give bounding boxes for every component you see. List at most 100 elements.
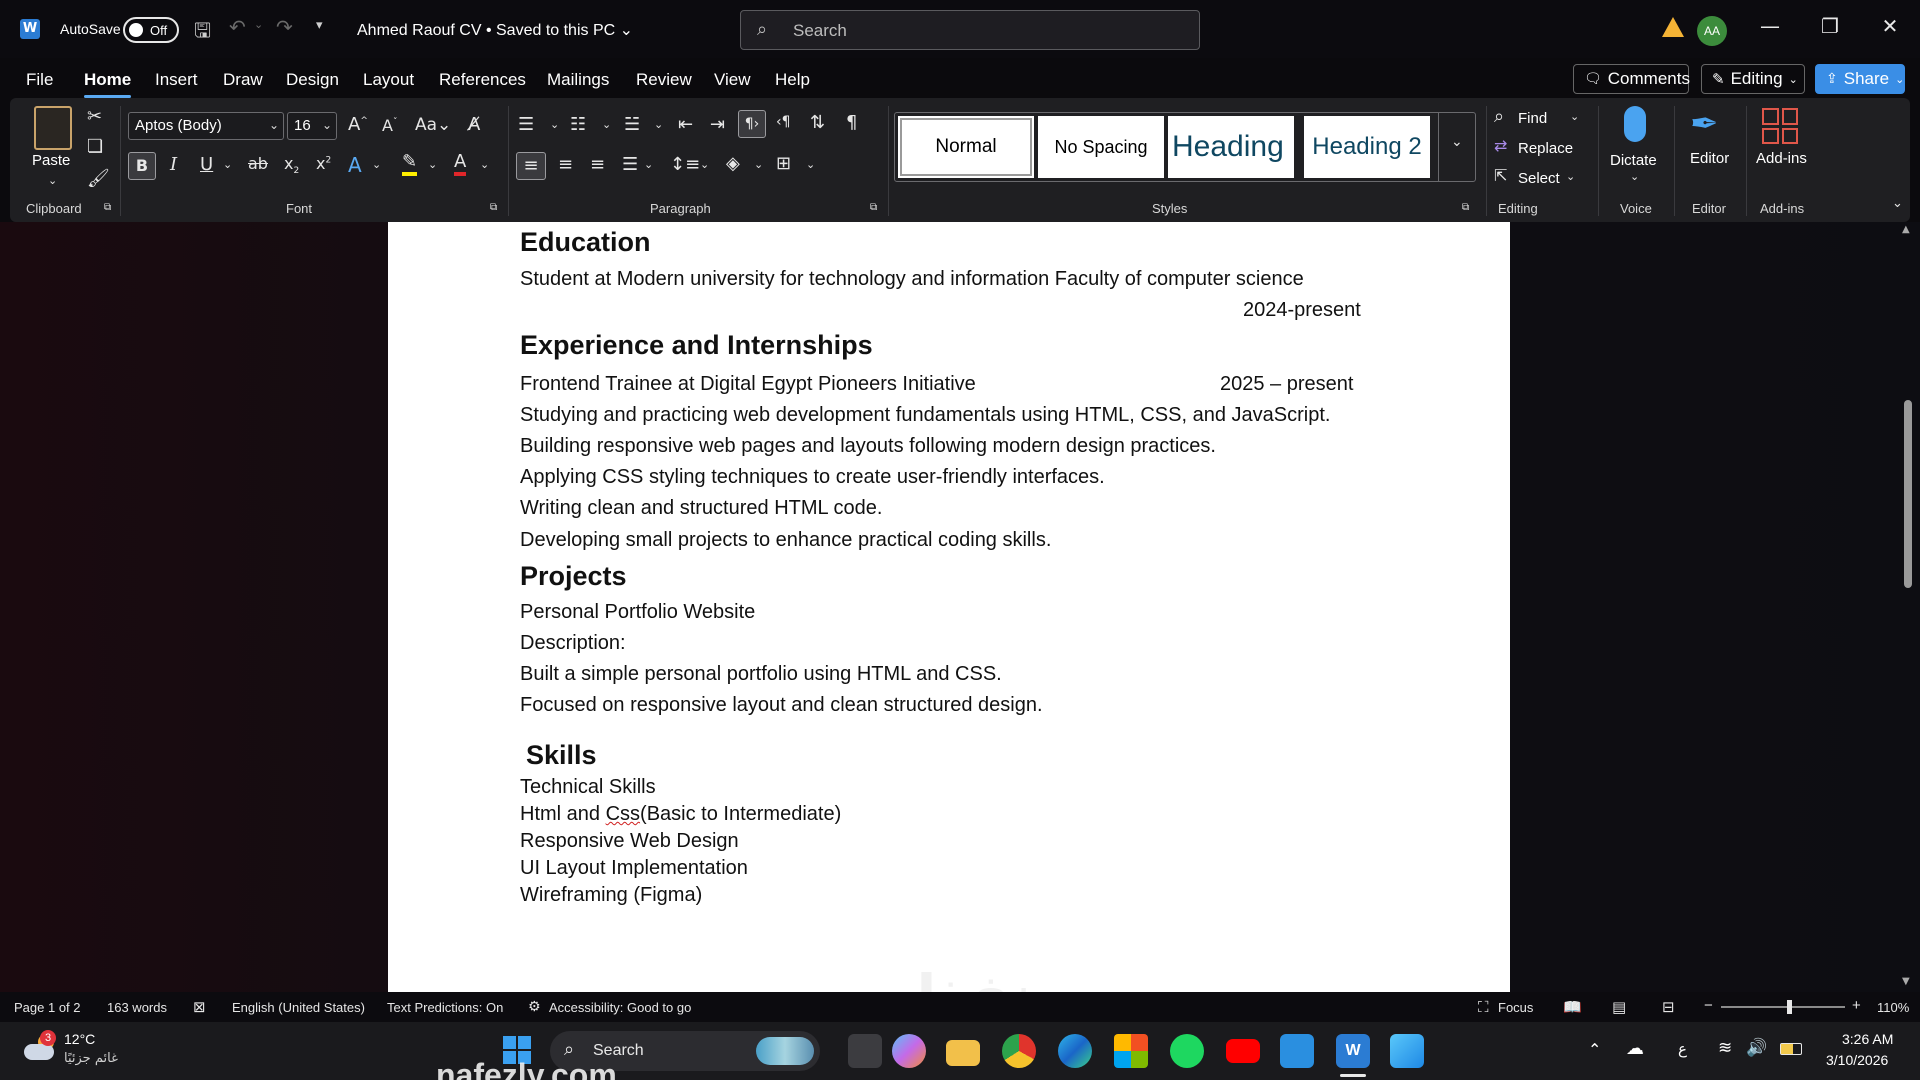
onedrive-icon[interactable]: ☁ bbox=[1626, 1038, 1644, 1059]
tab-insert[interactable]: Insert bbox=[155, 70, 198, 90]
chevron-down-icon[interactable]: ⌄ bbox=[654, 118, 663, 131]
skill-item[interactable]: UI Layout Implementation bbox=[520, 857, 748, 880]
chevron-down-icon[interactable]: ⌄ bbox=[480, 158, 489, 171]
bullets-icon[interactable]: ☰ bbox=[518, 114, 534, 135]
font-name-dropdown[interactable]: Aptos (Body) ⌄ bbox=[128, 112, 284, 140]
undo-dropdown-icon[interactable]: ⌄ bbox=[254, 18, 263, 31]
increase-font-size-icon[interactable]: A^ bbox=[348, 114, 368, 135]
chevron-down-icon[interactable]: ⌄ bbox=[700, 158, 709, 171]
youtube-icon[interactable] bbox=[1226, 1039, 1260, 1063]
tab-file[interactable]: File bbox=[26, 70, 53, 90]
ltr-direction-icon[interactable]: ¶› bbox=[738, 110, 766, 138]
education-period[interactable]: 2024-present bbox=[1243, 299, 1361, 322]
chevron-down-icon[interactable]: ⌄ bbox=[48, 174, 57, 187]
scrollbar-thumb[interactable] bbox=[1904, 400, 1912, 588]
font-size-dropdown[interactable]: 16 ⌄ bbox=[287, 112, 337, 140]
project-line[interactable]: Focused on responsive layout and clean s… bbox=[520, 694, 1043, 717]
style-no-spacing[interactable]: No Spacing bbox=[1038, 116, 1164, 178]
search-box[interactable]: ⌕ Search bbox=[740, 10, 1200, 50]
comments-button[interactable]: 🗨 Comments bbox=[1573, 64, 1690, 94]
project-line[interactable]: Personal Portfolio Website bbox=[520, 601, 755, 624]
save-icon[interactable]: 🖫 bbox=[194, 16, 211, 50]
cut-icon[interactable]: ✂ bbox=[87, 106, 102, 127]
restore-button[interactable]: ❐ bbox=[1810, 14, 1850, 38]
experience-role[interactable]: Frontend Trainee at Digital Egypt Pionee… bbox=[520, 373, 976, 396]
projects-heading[interactable]: Projects bbox=[520, 561, 627, 592]
copy-icon[interactable]: ❏ bbox=[87, 136, 103, 157]
clock-date[interactable]: 3/10/2026 bbox=[1826, 1052, 1888, 1068]
scroll-up-icon[interactable]: ▲ bbox=[1902, 224, 1910, 235]
chevron-down-icon[interactable]: ⌄ bbox=[428, 158, 437, 171]
chevron-down-icon[interactable]: ⌄ bbox=[372, 158, 381, 171]
chevron-down-icon[interactable]: ⌄ bbox=[806, 158, 815, 171]
tab-design[interactable]: Design bbox=[286, 70, 339, 90]
clear-formatting-icon[interactable]: A̸ bbox=[468, 114, 480, 135]
borders-icon[interactable]: ⊞ bbox=[776, 153, 791, 174]
project-line[interactable]: Description: bbox=[520, 632, 626, 655]
scroll-down-icon[interactable]: ▼ bbox=[1902, 976, 1910, 987]
skills-subheading[interactable]: Technical Skills bbox=[520, 776, 656, 799]
style-normal[interactable]: Normal bbox=[898, 116, 1034, 178]
experience-heading[interactable]: Experience and Internships bbox=[520, 330, 873, 361]
web-layout-icon[interactable]: ⊟ bbox=[1662, 998, 1675, 1016]
wifi-icon[interactable]: ≋ bbox=[1718, 1038, 1732, 1058]
zoom-slider[interactable] bbox=[1721, 1000, 1845, 1014]
dialog-launcher-icon[interactable]: ⧉ bbox=[490, 202, 497, 213]
align-left-icon[interactable]: ≡ bbox=[516, 152, 546, 180]
numbering-icon[interactable]: ☷ bbox=[570, 114, 586, 135]
select-label[interactable]: Select bbox=[1518, 170, 1560, 187]
widgets-icon[interactable] bbox=[892, 1034, 926, 1068]
align-center-icon[interactable]: ≡ bbox=[558, 154, 573, 175]
chevron-down-icon[interactable]: ⌄ bbox=[602, 118, 611, 131]
add-ins-label[interactable]: Add-ins bbox=[1756, 150, 1807, 167]
battery-icon[interactable] bbox=[1780, 1043, 1802, 1055]
line-spacing-icon[interactable]: ↕≡ bbox=[670, 154, 700, 175]
chevron-down-icon[interactable]: ⌄ bbox=[1570, 110, 1579, 123]
multilevel-list-icon[interactable]: ☱ bbox=[624, 114, 640, 135]
skills-heading[interactable]: Skills bbox=[526, 740, 597, 771]
style-heading-2[interactable]: Heading 2 bbox=[1304, 116, 1430, 178]
store-icon[interactable] bbox=[1114, 1034, 1148, 1068]
dictate-label[interactable]: Dictate bbox=[1610, 152, 1657, 169]
skill-item[interactable]: Html and Css(Basic to Intermediate) bbox=[520, 803, 841, 826]
zoom-level[interactable]: 110% bbox=[1877, 1000, 1909, 1015]
experience-item[interactable]: Writing clean and structured HTML code. bbox=[520, 497, 882, 520]
word-count[interactable]: 163 words bbox=[107, 1000, 167, 1015]
tab-home[interactable]: Home bbox=[84, 70, 132, 98]
replace-label[interactable]: Replace bbox=[1518, 140, 1573, 157]
undo-icon[interactable]: ↶ bbox=[229, 15, 246, 39]
dialog-launcher-icon[interactable]: ⧉ bbox=[104, 202, 111, 213]
experience-item[interactable]: Building responsive web pages and layout… bbox=[520, 435, 1216, 458]
focus-icon[interactable]: ⛶ bbox=[1478, 998, 1489, 1016]
weather-icon[interactable]: 3 bbox=[24, 1030, 58, 1064]
spelling-error[interactable]: Css bbox=[606, 803, 640, 825]
add-ins-icon[interactable] bbox=[1762, 108, 1798, 144]
microphone-icon[interactable] bbox=[1624, 106, 1646, 142]
experience-item[interactable]: Applying CSS styling techniques to creat… bbox=[520, 466, 1105, 489]
rtl-direction-icon[interactable]: ‹¶ bbox=[776, 114, 791, 130]
document-title[interactable]: Ahmed Raouf CV • Saved to this PC ⌄ bbox=[357, 20, 633, 40]
share-button[interactable]: ⇪ Share ⌄ bbox=[1815, 64, 1905, 94]
chevron-down-icon[interactable]: ⌄ bbox=[1566, 170, 1575, 183]
vertical-scrollbar[interactable]: ▲ ▼ bbox=[1900, 222, 1914, 992]
clock-time[interactable]: 3:26 AM bbox=[1842, 1031, 1893, 1047]
warning-icon[interactable] bbox=[1662, 17, 1684, 37]
paint-icon[interactable] bbox=[1390, 1034, 1424, 1068]
sort-icon[interactable]: ⇅ bbox=[810, 112, 825, 133]
superscript-icon[interactable]: x2 bbox=[316, 154, 331, 173]
project-line[interactable]: Built a simple personal portfolio using … bbox=[520, 663, 1002, 686]
tab-references[interactable]: References bbox=[439, 70, 526, 90]
experience-period[interactable]: 2025 – present bbox=[1220, 373, 1353, 396]
bold-icon[interactable]: B bbox=[128, 152, 156, 180]
zoom-out-icon[interactable]: − bbox=[1704, 997, 1713, 1014]
select-cursor-icon[interactable]: ⇱ bbox=[1494, 166, 1507, 185]
decrease-font-size-icon[interactable]: Aˇ bbox=[382, 116, 397, 135]
show-hidden-icons[interactable]: ⌃ bbox=[1588, 1040, 1601, 1059]
text-predictions-status[interactable]: Text Predictions: On bbox=[387, 1000, 503, 1015]
highlight-color-icon[interactable]: ✎ bbox=[402, 152, 418, 176]
paste-icon[interactable] bbox=[34, 106, 72, 150]
temperature[interactable]: 12°C bbox=[64, 1031, 95, 1047]
spotify-icon[interactable] bbox=[1170, 1034, 1204, 1068]
find-label[interactable]: Find bbox=[1518, 110, 1547, 127]
format-painter-icon[interactable]: 🖌 bbox=[87, 168, 110, 189]
